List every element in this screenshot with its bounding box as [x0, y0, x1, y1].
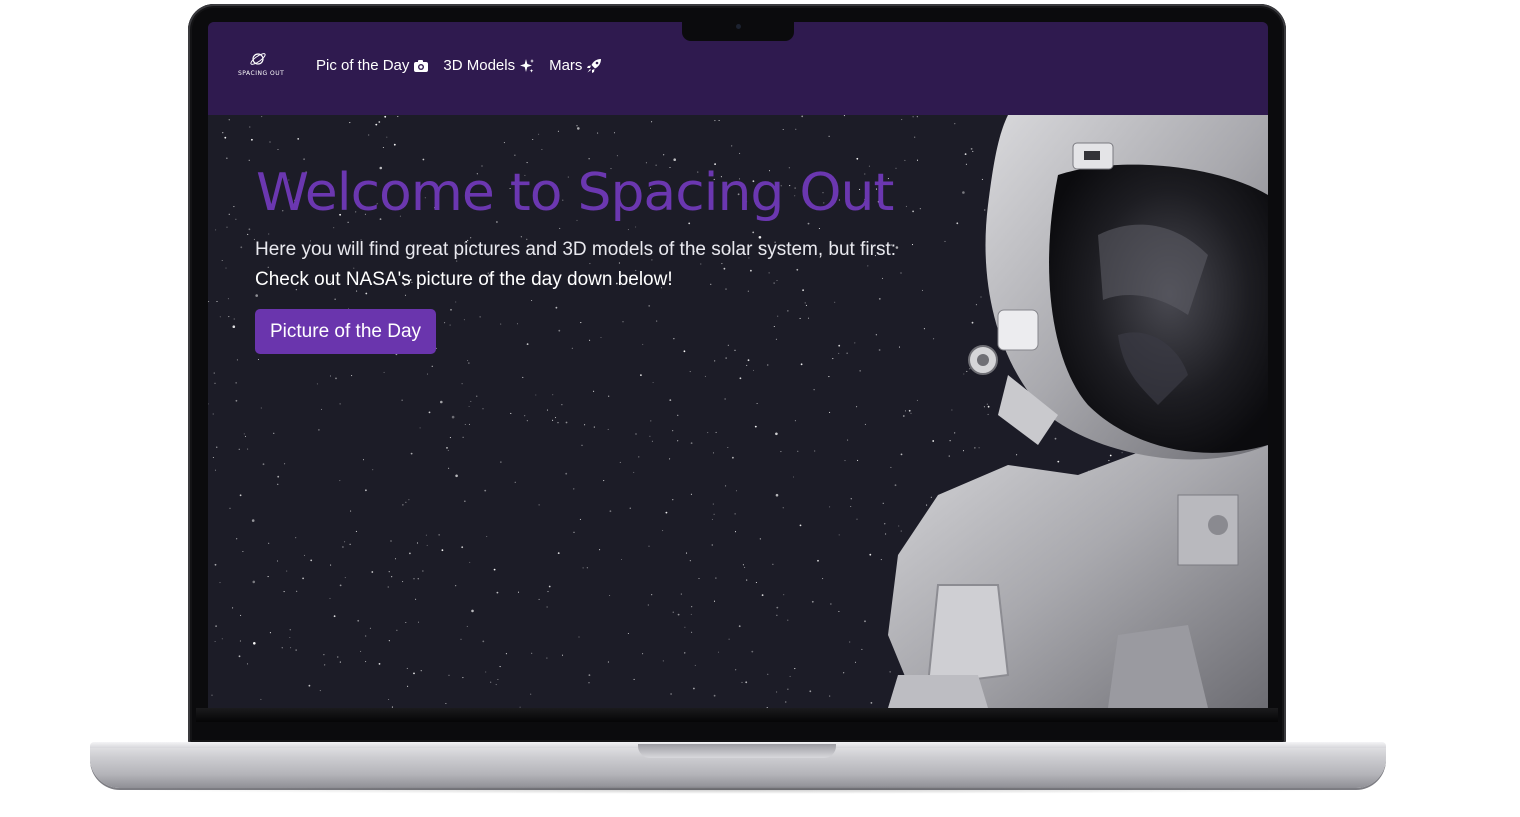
nav-item-3d-models[interactable]: 3D Models: [443, 57, 535, 74]
hero-section: Welcome to Spacing Out Here you will fin…: [208, 115, 1268, 708]
camera-icon: [413, 59, 429, 73]
laptop-thumb-notch: [638, 744, 836, 758]
nav-item-mars[interactable]: Mars: [549, 57, 602, 74]
site-logo[interactable]: SPACING OUT: [238, 50, 285, 78]
rocket-icon: [586, 58, 602, 74]
nav-item-pic-of-the-day[interactable]: Pic of the Day: [316, 57, 429, 74]
hero-title: Welcome to Spacing Out: [256, 163, 894, 223]
hero-subtitle-bold: Check out NASA's picture of the day down…: [255, 269, 673, 290]
picture-of-the-day-button[interactable]: Picture of the Day: [255, 309, 437, 354]
nav-item-label: Mars: [549, 57, 583, 74]
logo-text: SPACING OUT: [238, 70, 285, 77]
laptop-shadow: [120, 786, 1360, 794]
webcam-icon: [735, 24, 741, 29]
nav-item-label: Pic of the Day: [316, 57, 410, 74]
astronaut-image: [888, 115, 1268, 708]
nav-item-label: 3D Models: [443, 57, 516, 74]
planet-icon: [250, 53, 266, 65]
hero-subtitle: Here you will find great pictures and 3D…: [255, 239, 896, 260]
nav-links: Pic of the Day 3D Models Mars: [316, 57, 616, 74]
camera-notch: [682, 21, 794, 41]
sparkles-icon: [519, 58, 535, 74]
browser-viewport: SPACING OUT Pic of the Day 3D Models Mar…: [208, 22, 1268, 708]
laptop-hinge: [196, 708, 1278, 722]
